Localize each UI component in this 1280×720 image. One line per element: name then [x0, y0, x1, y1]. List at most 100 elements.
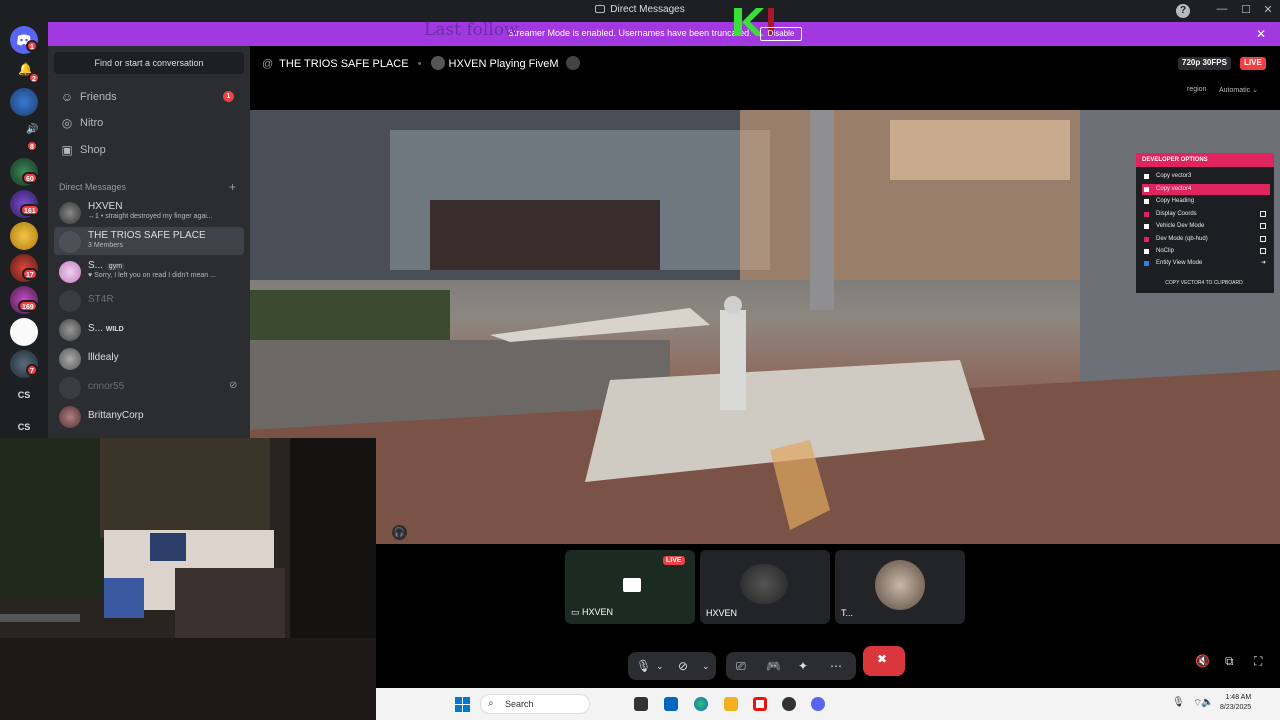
- hangup-icon: ✖: [877, 652, 888, 666]
- nav-nitro[interactable]: ◎ Nitro: [54, 111, 244, 135]
- dm-subtitle: ↔1 • straight destroyed my finger agai..…: [88, 213, 213, 220]
- nitro-icon: ◎: [61, 116, 73, 130]
- terminal-icon[interactable]: [664, 697, 678, 711]
- opera-icon[interactable]: [753, 697, 767, 711]
- checkbox[interactable]: [1260, 211, 1266, 217]
- speaker-tray-icon[interactable]: 🔈: [1201, 697, 1213, 708]
- game-scene: [250, 110, 1280, 544]
- bullet-icon: [1144, 187, 1149, 192]
- banner-close-icon[interactable]: ✕: [1256, 27, 1266, 41]
- nav-friends[interactable]: ☺ Friends 1: [54, 85, 244, 109]
- headset-icon[interactable]: 🎧: [392, 525, 407, 540]
- chevron-down-icon[interactable]: ⌄: [656, 661, 664, 672]
- dm-item-selected[interactable]: THE TRIOS SAFE PLACE 3 Members: [54, 227, 244, 255]
- activity-icon[interactable]: 🎮: [766, 659, 781, 673]
- channel-name: THE TRIOS SAFE PLACE: [279, 58, 409, 70]
- nav-shop[interactable]: ▣ Shop: [54, 138, 244, 162]
- participant-name: ▭ HXVEN: [571, 607, 614, 617]
- find-conversation-button[interactable]: Find or start a conversation: [54, 52, 244, 74]
- dm-name: HXVEN: [88, 201, 123, 212]
- avatar: [59, 406, 81, 428]
- minimize-button[interactable]: —: [1212, 3, 1232, 19]
- soundboard-icon[interactable]: ✦: [798, 659, 808, 673]
- dm-name: S... WILD: [88, 323, 124, 334]
- chevron-down-icon[interactable]: ⌄: [702, 661, 710, 672]
- avatar: [59, 202, 81, 224]
- dm-tag: gym: [105, 263, 126, 270]
- volume-mute-icon[interactable]: 🔇: [1195, 654, 1210, 668]
- maximize-button[interactable]: ☐: [1236, 3, 1256, 19]
- file-explorer-icon[interactable]: [724, 697, 738, 711]
- app-icon[interactable]: [782, 697, 796, 711]
- clock-date: 8/23/2025: [1220, 704, 1252, 711]
- disable-streamer-mode-button[interactable]: Disable: [760, 27, 802, 41]
- create-dm-button[interactable]: +: [229, 180, 236, 194]
- avatar: [59, 290, 81, 312]
- checkbox[interactable]: [1260, 236, 1266, 242]
- stream-quality-badge: 720p 30FPS: [1178, 57, 1231, 70]
- dev-option[interactable]: Vehicle Dev Mode: [1142, 221, 1270, 232]
- close-window-button[interactable]: ✕: [1258, 3, 1278, 19]
- taskbar-clock[interactable]: 1:48 AM 8/23/2025: [1220, 693, 1251, 713]
- dev-option[interactable]: Copy Heading: [1142, 196, 1270, 207]
- dev-option-label: Entity View Mode: [1156, 260, 1203, 266]
- popout-icon[interactable]: ⧉: [1225, 654, 1234, 669]
- server-icon-white[interactable]: [10, 318, 38, 346]
- participant-avatar: [875, 560, 925, 610]
- participant-name-text: HXVEN: [582, 607, 614, 617]
- dev-panel-title: DEVELOPER OPTIONS: [1136, 153, 1274, 167]
- edge-icon[interactable]: [694, 697, 708, 711]
- checkbox[interactable]: [1260, 248, 1266, 254]
- dm-name: THE TRIOS SAFE PLACE: [88, 230, 206, 241]
- stream-view[interactable]: [250, 110, 1280, 544]
- dm-item[interactable]: HXVEN ↔1 • straight destroyed my finger …: [54, 198, 244, 226]
- participant-tile[interactable]: HXVEN: [700, 550, 830, 624]
- title-bar: Direct Messages ? — ☐ ✕: [0, 0, 1280, 22]
- server-icon-blue[interactable]: [10, 88, 38, 116]
- dev-option[interactable]: Display Coords: [1142, 209, 1270, 220]
- dm-name: ST4R: [88, 294, 114, 305]
- window-title: Direct Messages: [0, 4, 1280, 15]
- dev-option[interactable]: Dev Mode (qb-hud): [1142, 234, 1270, 245]
- camera-off-icon[interactable]: ⊘: [678, 659, 688, 673]
- server-icon-yellow[interactable]: [10, 222, 38, 250]
- friends-icon: ☺: [60, 90, 74, 104]
- dev-option[interactable]: Entity View Mode ➜: [1142, 258, 1270, 269]
- mic-tray-icon[interactable]: 🎙: [1172, 697, 1185, 708]
- disconnect-button[interactable]: ✖: [863, 646, 905, 676]
- participant-tile[interactable]: T...: [835, 550, 965, 624]
- dm-item[interactable]: llldealy: [54, 344, 244, 372]
- more-icon[interactable]: ⋯: [830, 659, 842, 673]
- dm-item[interactable]: S... gym ♥ Sorry, I left you on read I d…: [54, 257, 244, 285]
- fullscreen-icon[interactable]: ⛶: [1254, 654, 1262, 669]
- shop-icon: ▣: [61, 143, 73, 157]
- arrow-right-icon: ➜: [1260, 260, 1266, 266]
- checkbox[interactable]: [1260, 223, 1266, 229]
- dm-item[interactable]: S... WILD: [54, 315, 244, 343]
- microphone-icon[interactable]: 🎙: [636, 659, 651, 673]
- separator: •: [417, 58, 422, 70]
- task-view-icon[interactable]: [634, 697, 648, 711]
- live-badge: LIVE: [1240, 57, 1266, 70]
- nav-nitro-label: Nitro: [80, 117, 104, 129]
- channel-header: @ THE TRIOS SAFE PLACE • HXVEN Playing Fi…: [262, 56, 580, 70]
- discord-taskbar-icon[interactable]: [811, 697, 825, 711]
- tile-live-badge: LIVE: [663, 556, 685, 565]
- windows-start-icon[interactable]: [455, 697, 470, 712]
- dev-option-selected[interactable]: Copy vector4: [1142, 184, 1270, 195]
- server-badge: 169: [18, 300, 38, 312]
- dm-name-text: S...: [88, 323, 104, 334]
- speaker-icon: 🔊: [26, 124, 39, 135]
- screenshare-icon[interactable]: ⎚: [736, 659, 746, 674]
- dm-item[interactable]: BrittanyCorp: [54, 402, 244, 430]
- taskbar-search[interactable]: ⌕ Search: [480, 694, 590, 714]
- server-cs-1[interactable]: CS: [0, 390, 48, 400]
- region-select[interactable]: Automatic ⌄: [1219, 86, 1258, 94]
- dev-option[interactable]: NoClip: [1142, 246, 1270, 257]
- dm-item[interactable]: cnnor55 ⊘: [54, 373, 244, 401]
- help-button[interactable]: ?: [1176, 4, 1190, 18]
- dm-item[interactable]: ST4R: [54, 286, 244, 314]
- dev-option[interactable]: Copy vector3: [1142, 171, 1270, 182]
- dm-tag: WILD: [105, 326, 124, 333]
- server-cs-2[interactable]: CS: [0, 422, 48, 432]
